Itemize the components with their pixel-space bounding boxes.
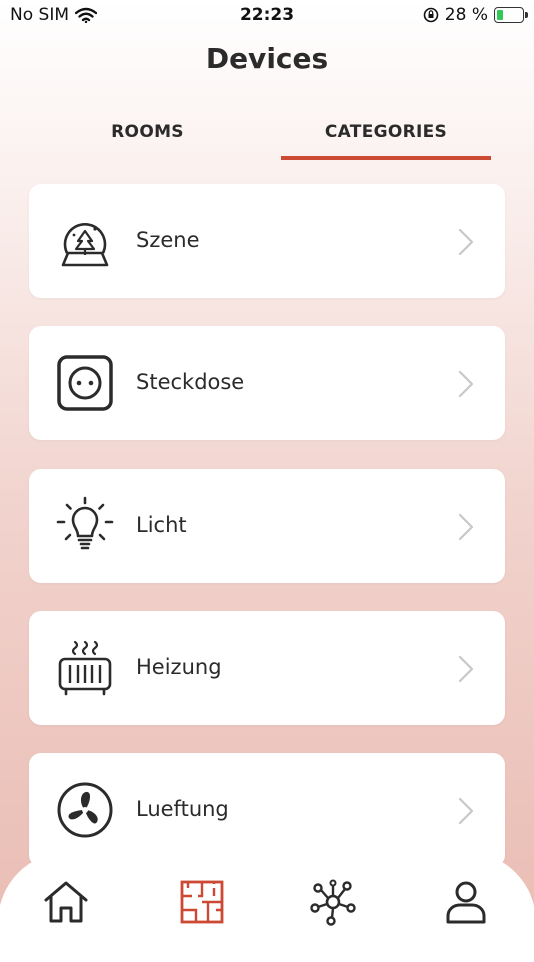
category-card-licht[interactable]: Licht bbox=[29, 469, 505, 583]
chevron-right-icon bbox=[458, 797, 474, 825]
floorplan-icon[interactable] bbox=[178, 878, 226, 926]
tab-rooms[interactable]: ROOMS bbox=[40, 122, 255, 142]
category-card-heizung[interactable]: Heizung bbox=[29, 611, 505, 725]
light-bulb-icon bbox=[56, 496, 114, 550]
chevron-right-icon bbox=[458, 655, 474, 683]
orientation-lock-icon bbox=[423, 7, 439, 23]
fan-icon bbox=[57, 782, 113, 838]
chevron-right-icon bbox=[458, 513, 474, 541]
status-right: 28 % bbox=[423, 5, 528, 25]
battery-fill bbox=[497, 10, 503, 20]
battery-tip bbox=[525, 12, 528, 18]
chevron-right-icon bbox=[458, 370, 474, 398]
home-icon[interactable] bbox=[42, 878, 90, 926]
category-label: Heizung bbox=[136, 655, 222, 679]
category-card-lueftung[interactable]: Lueftung bbox=[29, 753, 505, 867]
active-tab-indicator bbox=[281, 156, 491, 160]
category-card-szene[interactable]: Szene bbox=[29, 184, 505, 298]
heater-icon bbox=[58, 640, 112, 696]
user-icon[interactable] bbox=[442, 878, 490, 926]
category-label: Lueftung bbox=[136, 797, 229, 821]
chevron-right-icon bbox=[458, 228, 474, 256]
tab-categories[interactable]: CATEGORIES bbox=[281, 122, 491, 142]
status-bar: No SIM 22:23 28 % bbox=[0, 0, 534, 32]
battery-icon bbox=[494, 7, 528, 23]
category-card-steckdose[interactable]: Steckdose bbox=[29, 326, 505, 440]
page-title: Devices bbox=[205, 42, 329, 75]
power-socket-icon bbox=[57, 355, 113, 411]
snow-globe-icon bbox=[61, 222, 109, 267]
battery-percent: 28 % bbox=[444, 5, 488, 25]
category-label: Licht bbox=[136, 513, 187, 537]
category-label: Steckdose bbox=[136, 370, 245, 394]
category-label: Szene bbox=[136, 228, 200, 252]
network-icon[interactable] bbox=[309, 878, 357, 926]
